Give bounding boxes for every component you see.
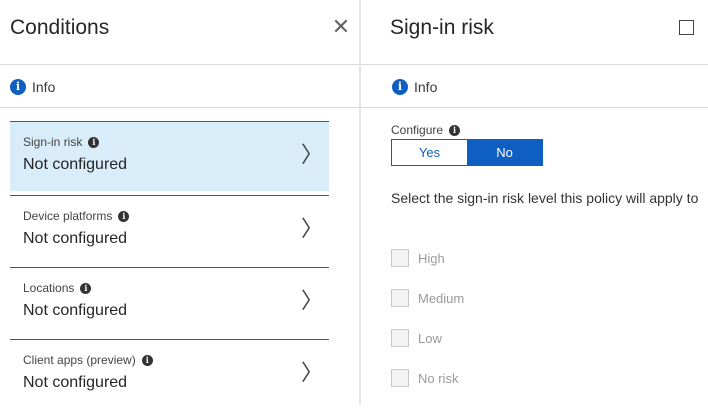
condition-label: Locations [23, 281, 75, 295]
condition-label: Device platforms [23, 209, 113, 223]
condition-value: Not configured [23, 302, 128, 319]
info-icon[interactable]: i [449, 124, 461, 136]
info-icon[interactable]: i [118, 210, 130, 222]
info-icon[interactable]: i [80, 282, 92, 294]
item-divider [10, 339, 329, 340]
info-label: Info [414, 79, 438, 95]
conditions-blade: Conditions ✕ i Info Sign-in risk i Not co… [0, 0, 359, 405]
item-divider [10, 121, 329, 122]
risk-option-no-risk[interactable]: No risk [391, 369, 458, 387]
condition-item-client-apps[interactable]: Client apps (preview) i Not configured 〉 [10, 339, 329, 409]
risk-option-low[interactable]: Low [391, 329, 442, 347]
toggle-no-button[interactable]: No [467, 140, 542, 165]
condition-item-locations[interactable]: Locations i Not configured 〉 [10, 267, 329, 337]
condition-item-sign-in-risk[interactable]: Sign-in risk i Not configured 〉 [10, 121, 329, 191]
condition-value: Not configured [23, 156, 128, 173]
info-icon[interactable]: i [88, 136, 100, 148]
risk-option-label: Low [418, 330, 442, 346]
item-divider [10, 267, 329, 268]
risk-option-label: High [418, 250, 445, 266]
header-divider [361, 64, 708, 65]
configure-label: Configure [391, 123, 444, 137]
toggle-yes-button[interactable]: Yes [392, 140, 467, 165]
risk-level-description: Select the sign-in risk level this polic… [391, 190, 699, 206]
chevron-right-icon: 〉 [300, 288, 323, 313]
checkbox[interactable] [391, 289, 409, 307]
condition-label: Sign-in risk [23, 135, 83, 149]
checkbox[interactable] [391, 329, 409, 347]
info-label: Info [32, 79, 56, 95]
header-divider [0, 64, 359, 65]
sign-in-risk-blade: Sign-in risk i Info Configure i Yes No S… [361, 0, 708, 405]
chevron-right-icon: 〉 [300, 142, 323, 167]
risk-option-label: No risk [418, 370, 459, 386]
close-icon[interactable]: ✕ [331, 15, 351, 39]
info-icon: i [392, 79, 408, 95]
risk-option-high[interactable]: High [391, 249, 445, 267]
info-divider [361, 107, 708, 108]
maximize-icon[interactable] [679, 20, 694, 35]
condition-value: Not configured [23, 374, 128, 391]
condition-value: Not configured [23, 230, 128, 247]
configure-toggle[interactable]: Yes No [391, 139, 543, 166]
info-icon: i [10, 79, 26, 95]
item-divider [10, 195, 329, 196]
info-link[interactable]: i Info [392, 77, 437, 97]
condition-label: Client apps (preview) [23, 353, 136, 367]
checkbox[interactable] [391, 249, 409, 267]
risk-option-label: Medium [418, 290, 465, 306]
checkbox[interactable] [391, 369, 409, 387]
chevron-right-icon: 〉 [300, 216, 323, 241]
condition-item-device-platforms[interactable]: Device platforms i Not configured 〉 [10, 195, 329, 265]
risk-option-medium[interactable]: Medium [391, 289, 464, 307]
info-link[interactable]: i Info [10, 77, 55, 97]
conditions-title: Conditions [10, 16, 110, 39]
info-divider [0, 107, 359, 108]
info-icon[interactable]: i [141, 354, 153, 366]
sign-in-risk-title: Sign-in risk [390, 16, 494, 39]
chevron-right-icon: 〉 [300, 360, 323, 385]
